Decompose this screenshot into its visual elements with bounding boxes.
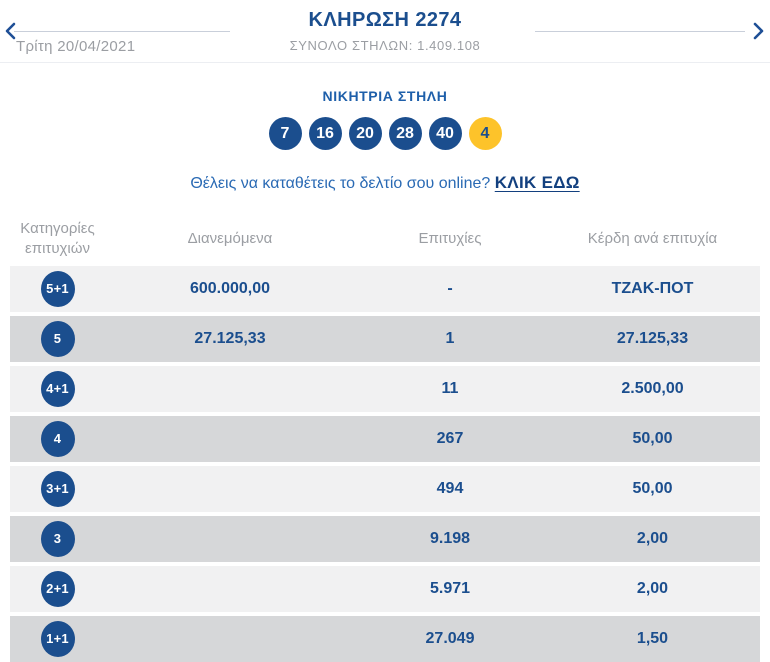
total-columns-label: ΣΥΝΟΛΟ ΣΤΗΛΩΝ: 1.409.108	[0, 38, 770, 53]
category-badge: 5	[41, 321, 75, 357]
prize-cell: 27.125,33	[545, 330, 760, 348]
table-row: 1+1 27.049 1,50	[10, 616, 760, 662]
distributed-cell: 27.125,33	[105, 330, 355, 348]
table-row: 5 27.125,33 1 27.125,33	[10, 316, 760, 362]
header-divider-right	[535, 31, 745, 32]
prize-cell: 2.500,00	[545, 380, 760, 398]
number-ball: 20	[349, 117, 382, 150]
column-header-winners: Επιτυχίες	[355, 229, 545, 249]
column-header-distributed: Διανεμόμενα	[105, 229, 355, 249]
winners-cell: 27.049	[355, 630, 545, 648]
online-cta: Θέλεις να καταθέτεις το δελτίο σου onlin…	[0, 173, 770, 193]
winners-cell: 494	[355, 480, 545, 498]
number-ball: 7	[269, 117, 302, 150]
table-row: 2+1 5.971 2,00	[10, 566, 760, 612]
category-badge: 4+1	[41, 371, 75, 407]
column-header-categories: Κατηγορίες επιτυχιών	[12, 219, 104, 260]
category-badge: 2+1	[41, 571, 75, 607]
number-ball: 16	[309, 117, 342, 150]
winning-column-label: ΝΙΚΗΤΡΙΑ ΣΤΗΛΗ	[0, 88, 770, 104]
winners-cell: -	[355, 280, 545, 298]
distributed-cell: 600.000,00	[105, 280, 355, 298]
draw-header: Τρίτη 20/04/2021 ΚΛΗΡΩΣΗ 2274 ΣΥΝΟΛΟ ΣΤΗ…	[0, 0, 770, 63]
category-badge: 5+1	[41, 271, 75, 307]
number-ball: 40	[429, 117, 462, 150]
winners-cell: 9.198	[355, 530, 545, 548]
results-table-header: Κατηγορίες επιτυχιών Διανεμόμενα Επιτυχί…	[10, 215, 760, 266]
prize-cell: 1,50	[545, 630, 760, 648]
prize-cell: 2,00	[545, 530, 760, 548]
category-badge: 3+1	[41, 471, 75, 507]
table-row: 3 9.198 2,00	[10, 516, 760, 562]
draw-title: ΚΛΗΡΩΣΗ 2274	[0, 9, 770, 32]
category-badge: 1+1	[41, 621, 75, 657]
prize-cell: ΤΖΑΚ-ΠΟΤ	[545, 280, 760, 298]
column-header-prize: Κέρδη ανά επιτυχία	[545, 229, 760, 249]
winning-numbers: 7 16 20 28 40 4	[0, 117, 770, 150]
click-here-link[interactable]: ΚΛΙΚ ΕΔΩ	[495, 173, 580, 192]
prize-cell: 50,00	[545, 430, 760, 448]
prize-cell: 2,00	[545, 580, 760, 598]
joker-bonus-ball: 4	[469, 117, 502, 150]
table-row: 3+1 494 50,00	[10, 466, 760, 512]
winners-cell: 11	[355, 380, 545, 398]
table-row: 4 267 50,00	[10, 416, 760, 462]
results-table: Κατηγορίες επιτυχιών Διανεμόμενα Επιτυχί…	[0, 215, 770, 662]
category-badge: 3	[41, 521, 75, 557]
prize-cell: 50,00	[545, 480, 760, 498]
number-ball: 28	[389, 117, 422, 150]
table-row: 4+1 11 2.500,00	[10, 366, 760, 412]
online-cta-text: Θέλεις να καταθέτεις το δελτίο σου onlin…	[190, 175, 494, 192]
chevron-right-icon[interactable]	[751, 22, 765, 40]
table-row: 5+1 600.000,00 - ΤΖΑΚ-ΠΟΤ	[10, 266, 760, 312]
category-badge: 4	[41, 421, 75, 457]
winners-cell: 1	[355, 330, 545, 348]
winners-cell: 5.971	[355, 580, 545, 598]
joker-draw-results-page: Τρίτη 20/04/2021 ΚΛΗΡΩΣΗ 2274 ΣΥΝΟΛΟ ΣΤΗ…	[0, 0, 770, 648]
winners-cell: 267	[355, 430, 545, 448]
